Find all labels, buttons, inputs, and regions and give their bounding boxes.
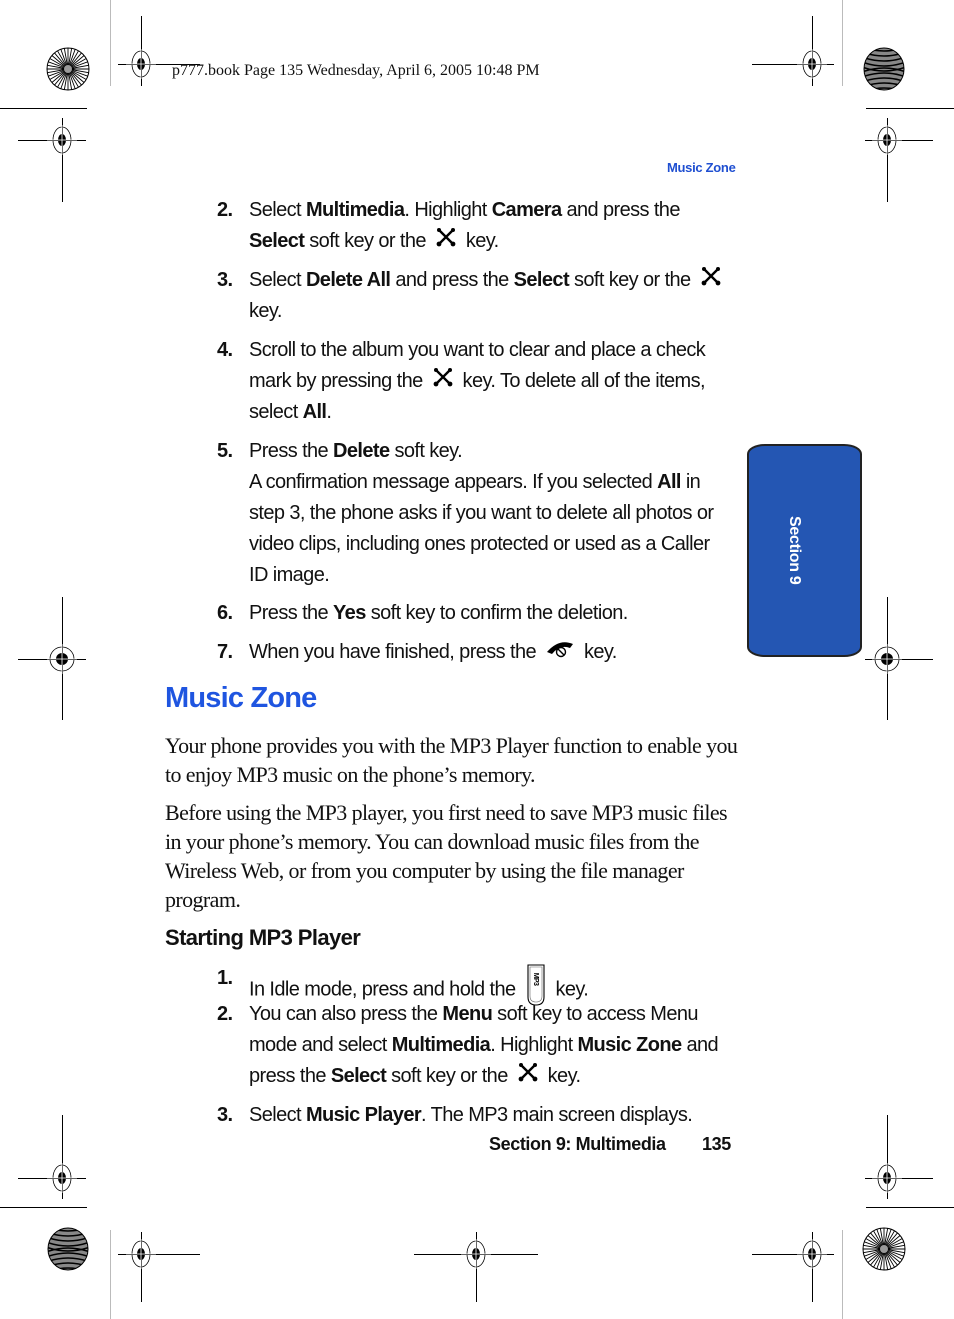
body-paragraph: Before using the MP3 player, you first n… bbox=[165, 800, 728, 912]
nav-key-icon bbox=[432, 366, 454, 397]
emphasis: Camera bbox=[491, 199, 562, 221]
step-text: Select Delete All and press the Select s… bbox=[249, 265, 737, 327]
section-title: Music Zone bbox=[165, 682, 317, 714]
step-text: Select Multimedia. Highlight Camera and … bbox=[249, 195, 737, 257]
footer-section: Section 9: Multimedia bbox=[489, 1134, 666, 1154]
emphasis: All bbox=[657, 471, 681, 493]
registration-mark-icon bbox=[126, 1239, 156, 1269]
bottom-step: 3. Select Music Player. The MP3 main scre… bbox=[217, 1100, 737, 1131]
starburst-target-icon bbox=[862, 1227, 906, 1271]
step-text: Press the Delete soft key. A confirmation… bbox=[249, 440, 714, 586]
section-tab: Section 9 bbox=[747, 444, 862, 657]
subheading: Starting MP3 Player bbox=[165, 925, 361, 950]
step-number: 1. bbox=[217, 967, 233, 989]
step-text: Press the Yes soft key to confirm the de… bbox=[249, 602, 628, 624]
section-tab-label: Section 9 bbox=[786, 516, 803, 585]
top-step: 6. Press the Yes soft key to confirm the … bbox=[217, 598, 737, 629]
step-number: 7. bbox=[217, 641, 233, 663]
step-number: 5. bbox=[217, 440, 233, 462]
step-number: 6. bbox=[217, 602, 233, 624]
emphasis: Select bbox=[330, 1065, 387, 1087]
svg-text:MP3: MP3 bbox=[532, 973, 539, 986]
top-step: 5. Press the Delete soft key. A confirmati… bbox=[217, 436, 737, 591]
top-step: 3. Select Delete All and press the Select… bbox=[217, 265, 737, 327]
step-text: You can also press the Menu soft key to … bbox=[249, 999, 737, 1092]
intro-paragraph: Your phone provides you with the MP3 Pla… bbox=[165, 733, 738, 787]
registration-mark-icon bbox=[797, 49, 827, 79]
registration-mark-icon bbox=[872, 125, 902, 155]
bottom-step: 2. You can also press the Menu soft key t… bbox=[217, 999, 737, 1092]
registration-mark-icon bbox=[872, 1163, 902, 1193]
emphasis: Multimedia bbox=[391, 1034, 491, 1056]
top-step: 4. Scroll to the album you want to clear … bbox=[217, 335, 737, 428]
emphasis: Select bbox=[513, 269, 570, 291]
registration-mark-icon bbox=[47, 644, 77, 674]
top-step: 2. Select Multimedia. Highlight Camera an… bbox=[217, 195, 737, 257]
step-number: 4. bbox=[217, 339, 233, 361]
moire-target-icon bbox=[47, 1227, 89, 1271]
step-number: 3. bbox=[217, 1104, 233, 1126]
step-text: When you have finished, press the key. bbox=[249, 637, 737, 668]
page-number: 135 bbox=[702, 1134, 731, 1154]
top-step: 7. When you have finished, press the key. bbox=[217, 637, 737, 668]
registration-mark-icon bbox=[47, 1163, 77, 1193]
registration-mark-icon bbox=[797, 1239, 827, 1269]
emphasis: Delete All bbox=[305, 269, 391, 291]
step-number: 3. bbox=[217, 269, 233, 291]
registration-mark-icon bbox=[461, 1239, 491, 1269]
emphasis: Yes bbox=[333, 602, 366, 624]
nav-key-icon bbox=[517, 1061, 539, 1092]
registration-mark-icon bbox=[126, 49, 156, 79]
nav-key-icon bbox=[700, 265, 722, 296]
step-text: Select Music Player. The MP3 main screen… bbox=[249, 1104, 693, 1126]
emphasis: Menu bbox=[442, 1003, 493, 1025]
emphasis: Multimedia bbox=[305, 199, 405, 221]
step-text: Scroll to the album you want to clear an… bbox=[249, 339, 706, 424]
running-head: Music Zone bbox=[667, 160, 736, 175]
nav-key-icon bbox=[435, 226, 457, 257]
emphasis: Select bbox=[249, 230, 305, 252]
end-key-icon bbox=[545, 637, 575, 668]
emphasis: Music Zone bbox=[577, 1034, 682, 1056]
print-header: p777.book Page 135 Wednesday, April 6, 2… bbox=[172, 62, 540, 79]
moire-target-icon bbox=[863, 47, 905, 91]
starburst-target-icon bbox=[46, 47, 90, 91]
emphasis: Delete bbox=[333, 440, 390, 462]
step-number: 2. bbox=[217, 1003, 233, 1025]
emphasis: All bbox=[302, 401, 327, 424]
registration-mark-icon bbox=[47, 125, 77, 155]
emphasis: Music Player bbox=[305, 1104, 422, 1126]
step-number: 2. bbox=[217, 199, 233, 221]
registration-mark-icon bbox=[872, 644, 902, 674]
